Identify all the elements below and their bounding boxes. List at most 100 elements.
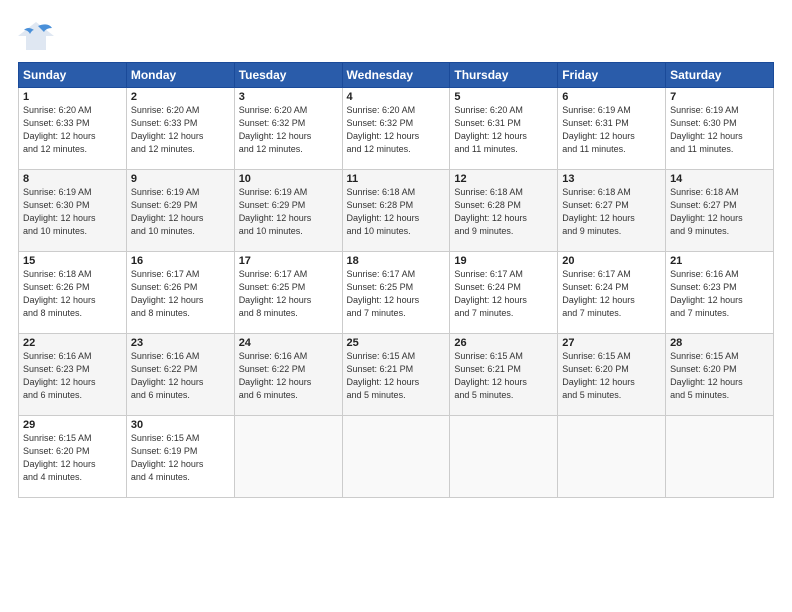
day-info: Sunrise: 6:18 AM Sunset: 6:27 PM Dayligh… — [670, 186, 769, 238]
day-info: Sunrise: 6:18 AM Sunset: 6:26 PM Dayligh… — [23, 268, 122, 320]
calendar-cell: 23Sunrise: 6:16 AM Sunset: 6:22 PM Dayli… — [126, 334, 234, 416]
calendar-cell: 8Sunrise: 6:19 AM Sunset: 6:30 PM Daylig… — [19, 170, 127, 252]
day-number: 20 — [562, 255, 661, 267]
calendar-cell: 10Sunrise: 6:19 AM Sunset: 6:29 PM Dayli… — [234, 170, 342, 252]
calendar-week-row: 8Sunrise: 6:19 AM Sunset: 6:30 PM Daylig… — [19, 170, 774, 252]
day-info: Sunrise: 6:20 AM Sunset: 6:32 PM Dayligh… — [239, 104, 338, 156]
day-number: 9 — [131, 173, 230, 185]
calendar-cell: 14Sunrise: 6:18 AM Sunset: 6:27 PM Dayli… — [666, 170, 774, 252]
calendar-cell: 6Sunrise: 6:19 AM Sunset: 6:31 PM Daylig… — [558, 88, 666, 170]
calendar-cell: 17Sunrise: 6:17 AM Sunset: 6:25 PM Dayli… — [234, 252, 342, 334]
calendar-cell: 11Sunrise: 6:18 AM Sunset: 6:28 PM Dayli… — [342, 170, 450, 252]
day-number: 15 — [23, 255, 122, 267]
calendar-cell: 18Sunrise: 6:17 AM Sunset: 6:25 PM Dayli… — [342, 252, 450, 334]
day-number: 1 — [23, 91, 122, 103]
day-info: Sunrise: 6:15 AM Sunset: 6:20 PM Dayligh… — [670, 350, 769, 402]
day-info: Sunrise: 6:15 AM Sunset: 6:21 PM Dayligh… — [454, 350, 553, 402]
day-info: Sunrise: 6:20 AM Sunset: 6:31 PM Dayligh… — [454, 104, 553, 156]
day-info: Sunrise: 6:19 AM Sunset: 6:30 PM Dayligh… — [23, 186, 122, 238]
day-number: 11 — [347, 173, 446, 185]
day-info: Sunrise: 6:16 AM Sunset: 6:23 PM Dayligh… — [23, 350, 122, 402]
calendar-cell: 4Sunrise: 6:20 AM Sunset: 6:32 PM Daylig… — [342, 88, 450, 170]
calendar-header-row: SundayMondayTuesdayWednesdayThursdayFrid… — [19, 63, 774, 88]
calendar-cell: 28Sunrise: 6:15 AM Sunset: 6:20 PM Dayli… — [666, 334, 774, 416]
day-info: Sunrise: 6:16 AM Sunset: 6:23 PM Dayligh… — [670, 268, 769, 320]
day-info: Sunrise: 6:15 AM Sunset: 6:20 PM Dayligh… — [23, 432, 122, 484]
calendar-header-day: Monday — [126, 63, 234, 88]
calendar-cell: 12Sunrise: 6:18 AM Sunset: 6:28 PM Dayli… — [450, 170, 558, 252]
day-number: 5 — [454, 91, 553, 103]
calendar-cell — [558, 416, 666, 498]
day-number: 12 — [454, 173, 553, 185]
day-info: Sunrise: 6:19 AM Sunset: 6:31 PM Dayligh… — [562, 104, 661, 156]
day-info: Sunrise: 6:19 AM Sunset: 6:29 PM Dayligh… — [131, 186, 230, 238]
calendar-cell: 26Sunrise: 6:15 AM Sunset: 6:21 PM Dayli… — [450, 334, 558, 416]
day-info: Sunrise: 6:16 AM Sunset: 6:22 PM Dayligh… — [239, 350, 338, 402]
calendar-week-row: 29Sunrise: 6:15 AM Sunset: 6:20 PM Dayli… — [19, 416, 774, 498]
day-number: 13 — [562, 173, 661, 185]
calendar-cell: 20Sunrise: 6:17 AM Sunset: 6:24 PM Dayli… — [558, 252, 666, 334]
calendar-cell: 21Sunrise: 6:16 AM Sunset: 6:23 PM Dayli… — [666, 252, 774, 334]
logo-icon — [18, 18, 54, 54]
calendar-cell: 9Sunrise: 6:19 AM Sunset: 6:29 PM Daylig… — [126, 170, 234, 252]
calendar-cell: 30Sunrise: 6:15 AM Sunset: 6:19 PM Dayli… — [126, 416, 234, 498]
day-number: 22 — [23, 337, 122, 349]
calendar-header-day: Friday — [558, 63, 666, 88]
calendar-cell: 2Sunrise: 6:20 AM Sunset: 6:33 PM Daylig… — [126, 88, 234, 170]
day-number: 29 — [23, 419, 122, 431]
calendar-cell: 22Sunrise: 6:16 AM Sunset: 6:23 PM Dayli… — [19, 334, 127, 416]
day-info: Sunrise: 6:20 AM Sunset: 6:33 PM Dayligh… — [23, 104, 122, 156]
day-number: 26 — [454, 337, 553, 349]
calendar-header-day: Saturday — [666, 63, 774, 88]
page: SundayMondayTuesdayWednesdayThursdayFrid… — [0, 0, 792, 612]
day-info: Sunrise: 6:17 AM Sunset: 6:24 PM Dayligh… — [562, 268, 661, 320]
calendar-cell: 1Sunrise: 6:20 AM Sunset: 6:33 PM Daylig… — [19, 88, 127, 170]
day-info: Sunrise: 6:15 AM Sunset: 6:21 PM Dayligh… — [347, 350, 446, 402]
calendar-cell: 3Sunrise: 6:20 AM Sunset: 6:32 PM Daylig… — [234, 88, 342, 170]
calendar-week-row: 15Sunrise: 6:18 AM Sunset: 6:26 PM Dayli… — [19, 252, 774, 334]
header — [18, 18, 774, 54]
day-number: 2 — [131, 91, 230, 103]
calendar-cell: 27Sunrise: 6:15 AM Sunset: 6:20 PM Dayli… — [558, 334, 666, 416]
day-number: 14 — [670, 173, 769, 185]
day-info: Sunrise: 6:15 AM Sunset: 6:20 PM Dayligh… — [562, 350, 661, 402]
calendar-header-day: Sunday — [19, 63, 127, 88]
day-info: Sunrise: 6:16 AM Sunset: 6:22 PM Dayligh… — [131, 350, 230, 402]
day-number: 30 — [131, 419, 230, 431]
day-info: Sunrise: 6:17 AM Sunset: 6:26 PM Dayligh… — [131, 268, 230, 320]
calendar-header-day: Tuesday — [234, 63, 342, 88]
day-info: Sunrise: 6:18 AM Sunset: 6:27 PM Dayligh… — [562, 186, 661, 238]
day-number: 23 — [131, 337, 230, 349]
day-number: 7 — [670, 91, 769, 103]
calendar-cell — [666, 416, 774, 498]
day-number: 6 — [562, 91, 661, 103]
day-info: Sunrise: 6:19 AM Sunset: 6:29 PM Dayligh… — [239, 186, 338, 238]
calendar-header-day: Wednesday — [342, 63, 450, 88]
calendar-cell: 25Sunrise: 6:15 AM Sunset: 6:21 PM Dayli… — [342, 334, 450, 416]
day-number: 24 — [239, 337, 338, 349]
day-number: 25 — [347, 337, 446, 349]
day-number: 19 — [454, 255, 553, 267]
calendar-cell: 19Sunrise: 6:17 AM Sunset: 6:24 PM Dayli… — [450, 252, 558, 334]
day-number: 17 — [239, 255, 338, 267]
calendar-table: SundayMondayTuesdayWednesdayThursdayFrid… — [18, 62, 774, 498]
day-info: Sunrise: 6:18 AM Sunset: 6:28 PM Dayligh… — [454, 186, 553, 238]
day-info: Sunrise: 6:20 AM Sunset: 6:33 PM Dayligh… — [131, 104, 230, 156]
day-info: Sunrise: 6:18 AM Sunset: 6:28 PM Dayligh… — [347, 186, 446, 238]
calendar-header-day: Thursday — [450, 63, 558, 88]
day-number: 27 — [562, 337, 661, 349]
logo — [18, 18, 56, 54]
day-number: 8 — [23, 173, 122, 185]
calendar-cell: 24Sunrise: 6:16 AM Sunset: 6:22 PM Dayli… — [234, 334, 342, 416]
calendar-cell — [342, 416, 450, 498]
day-info: Sunrise: 6:17 AM Sunset: 6:24 PM Dayligh… — [454, 268, 553, 320]
day-number: 21 — [670, 255, 769, 267]
day-number: 4 — [347, 91, 446, 103]
calendar-cell: 16Sunrise: 6:17 AM Sunset: 6:26 PM Dayli… — [126, 252, 234, 334]
calendar-week-row: 1Sunrise: 6:20 AM Sunset: 6:33 PM Daylig… — [19, 88, 774, 170]
day-number: 3 — [239, 91, 338, 103]
day-number: 18 — [347, 255, 446, 267]
calendar-cell: 15Sunrise: 6:18 AM Sunset: 6:26 PM Dayli… — [19, 252, 127, 334]
day-info: Sunrise: 6:19 AM Sunset: 6:30 PM Dayligh… — [670, 104, 769, 156]
calendar-cell: 7Sunrise: 6:19 AM Sunset: 6:30 PM Daylig… — [666, 88, 774, 170]
